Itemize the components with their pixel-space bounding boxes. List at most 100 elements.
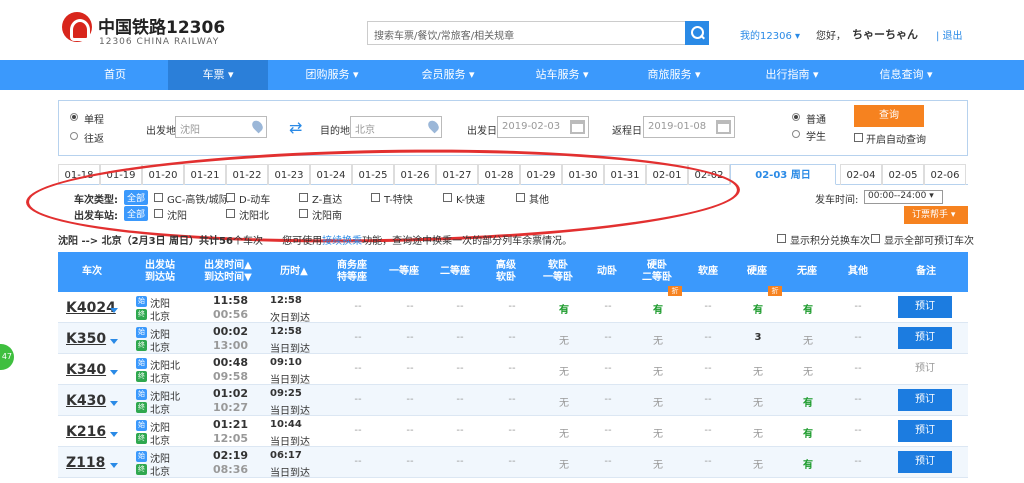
seat-availability[interactable]: 有 xyxy=(788,456,828,471)
nav-member[interactable]: 会员服务 ▾ xyxy=(398,60,498,90)
date-tab[interactable]: 02-06 xyxy=(924,164,966,185)
chevron-down-icon[interactable] xyxy=(110,370,118,375)
col-train[interactable]: 车次 xyxy=(58,252,126,292)
seat-availability[interactable]: -- xyxy=(838,332,878,343)
seat-availability[interactable]: -- xyxy=(838,363,878,374)
seat-availability[interactable]: 有 xyxy=(788,425,828,440)
oneway-radio[interactable] xyxy=(70,113,78,121)
auto-query-checkbox[interactable] xyxy=(854,133,863,142)
booking-helper-button[interactable]: 订票帮手 ▾ xyxy=(904,206,968,224)
nav-home[interactable]: 首页 xyxy=(70,60,160,90)
seat-availability[interactable]: 无 xyxy=(544,363,584,378)
book-button[interactable]: 预订 xyxy=(898,389,952,411)
seat-availability[interactable]: -- xyxy=(688,394,728,405)
col-time[interactable]: 出发时间▲ 到达时间▼ xyxy=(194,252,262,292)
seat-availability[interactable]: -- xyxy=(390,456,430,467)
roundtrip-radio[interactable] xyxy=(70,132,78,140)
seat-availability[interactable]: -- xyxy=(440,394,480,405)
seat-availability[interactable]: -- xyxy=(390,301,430,312)
seat-availability[interactable]: -- xyxy=(588,394,628,405)
seat-availability[interactable]: -- xyxy=(390,363,430,374)
seat-availability[interactable]: -- xyxy=(688,363,728,374)
date-tab-active[interactable]: 02-03 周日 xyxy=(730,164,836,185)
seat-availability[interactable]: 无 xyxy=(544,456,584,471)
seat-availability[interactable]: -- xyxy=(838,301,878,312)
book-button[interactable]: 预订 xyxy=(898,327,952,349)
seat-availability[interactable]: -- xyxy=(492,394,532,405)
chevron-down-icon[interactable] xyxy=(110,432,118,437)
date-tab[interactable]: 02-04 xyxy=(840,164,882,185)
book-button[interactable]: 预订 xyxy=(898,296,952,318)
calendar-icon[interactable] xyxy=(716,120,731,134)
book-button[interactable]: 预订 xyxy=(898,358,952,380)
seat-availability[interactable]: -- xyxy=(588,456,628,467)
seat-availability[interactable]: -- xyxy=(338,394,378,405)
seat-availability[interactable]: 无 xyxy=(738,456,778,471)
seat-availability[interactable]: -- xyxy=(338,301,378,312)
seat-availability[interactable]: -- xyxy=(588,425,628,436)
seat-availability[interactable]: -- xyxy=(440,363,480,374)
train-number[interactable]: Z118 xyxy=(66,455,105,471)
nav-tickets[interactable]: 车票 ▾ xyxy=(168,60,268,90)
nav-business[interactable]: 商旅服务 ▾ xyxy=(624,60,724,90)
seat-availability[interactable]: -- xyxy=(838,425,878,436)
seat-availability[interactable]: 3 xyxy=(738,332,778,343)
seat-availability[interactable]: -- xyxy=(688,456,728,467)
seat-availability[interactable]: -- xyxy=(492,332,532,343)
chevron-down-icon[interactable] xyxy=(110,463,118,468)
seat-availability[interactable]: -- xyxy=(338,456,378,467)
train-number[interactable]: K430 xyxy=(66,393,106,409)
transfer-link[interactable]: 接续换乘 xyxy=(322,236,362,247)
seat-availability[interactable]: 有 xyxy=(738,301,778,316)
seat-availability[interactable]: -- xyxy=(838,456,878,467)
seat-availability[interactable]: 无 xyxy=(738,394,778,409)
logout-link[interactable]: | 退出 xyxy=(936,27,963,42)
train-number[interactable]: K4024 xyxy=(66,300,116,316)
search-icon[interactable] xyxy=(685,21,709,45)
seat-availability[interactable]: -- xyxy=(440,425,480,436)
query-button[interactable]: 查询 xyxy=(854,105,924,127)
swap-icon[interactable]: ⇄ xyxy=(289,118,302,137)
seat-availability[interactable]: -- xyxy=(338,425,378,436)
seat-availability[interactable]: 有 xyxy=(788,394,828,409)
seat-availability[interactable]: -- xyxy=(338,332,378,343)
seat-availability[interactable]: 无 xyxy=(738,425,778,440)
seat-availability[interactable]: 无 xyxy=(638,363,678,378)
seat-availability[interactable]: -- xyxy=(588,332,628,343)
seat-availability[interactable]: -- xyxy=(440,301,480,312)
nav-group[interactable]: 团购服务 ▾ xyxy=(282,60,382,90)
search-input[interactable]: 搜索车票/餐饮/常旅客/相关规章 xyxy=(367,21,687,45)
normal-radio[interactable] xyxy=(792,113,800,121)
all-bookable-checkbox[interactable] xyxy=(871,234,880,243)
seat-availability[interactable]: 无 xyxy=(544,425,584,440)
book-button[interactable]: 预订 xyxy=(898,451,952,473)
seat-availability[interactable]: 无 xyxy=(788,332,828,347)
seat-availability[interactable]: 无 xyxy=(638,456,678,471)
seat-availability[interactable]: 无 xyxy=(544,332,584,347)
depart-time-select[interactable]: 00:00--24:00 ▾ xyxy=(864,190,943,204)
date-tab[interactable]: 02-05 xyxy=(882,164,924,185)
chevron-down-icon[interactable] xyxy=(110,339,118,344)
seat-availability[interactable]: -- xyxy=(588,363,628,374)
seat-availability[interactable]: -- xyxy=(492,456,532,467)
seat-availability[interactable]: -- xyxy=(588,301,628,312)
seat-availability[interactable]: -- xyxy=(390,394,430,405)
points-checkbox[interactable] xyxy=(777,234,786,243)
seat-availability[interactable]: -- xyxy=(688,425,728,436)
train-number[interactable]: K216 xyxy=(66,424,106,440)
seat-availability[interactable]: -- xyxy=(688,332,728,343)
calendar-icon[interactable] xyxy=(570,120,585,134)
seat-availability[interactable]: -- xyxy=(390,425,430,436)
seat-availability[interactable]: -- xyxy=(492,425,532,436)
train-number[interactable]: K340 xyxy=(66,362,106,378)
seat-availability[interactable]: 无 xyxy=(638,332,678,347)
seat-availability[interactable]: 无 xyxy=(544,394,584,409)
seat-availability[interactable]: 无 xyxy=(738,363,778,378)
chevron-down-icon[interactable] xyxy=(110,308,118,313)
seat-availability[interactable]: -- xyxy=(440,456,480,467)
seat-availability[interactable]: 有 xyxy=(638,301,678,316)
nav-station[interactable]: 站车服务 ▾ xyxy=(512,60,612,90)
train-number[interactable]: K350 xyxy=(66,331,106,347)
username[interactable]: ちゃーちゃん xyxy=(852,26,918,42)
my-12306-link[interactable]: 我的12306 ▾ xyxy=(740,27,800,42)
